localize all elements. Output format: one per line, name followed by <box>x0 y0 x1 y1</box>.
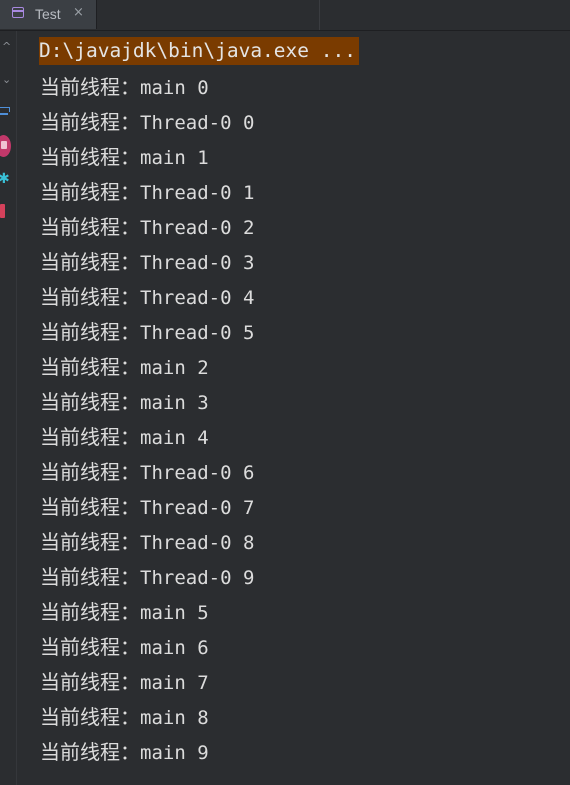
counter-value: 1 <box>242 182 255 204</box>
counter-value: 2 <box>242 217 255 239</box>
counter-value: 2 <box>197 357 209 379</box>
counter-value: 5 <box>242 322 255 344</box>
output-line: 当前线程：Thread-0 6 <box>40 455 254 490</box>
thread-name: main <box>140 357 186 379</box>
output-line: 当前线程：main 6 <box>40 630 254 665</box>
output-line: 当前线程：Thread-0 9 <box>40 560 254 595</box>
thread-name: Thread-0 <box>140 532 232 554</box>
counter-value: 9 <box>242 567 255 589</box>
output-line: 当前线程：main 2 <box>40 350 254 385</box>
line-prefix: 当前线程： <box>40 355 140 379</box>
line-prefix: 当前线程： <box>40 705 140 729</box>
line-prefix: 当前线程： <box>40 670 140 694</box>
output-line: 当前线程：Thread-0 3 <box>40 245 254 280</box>
thread-name: main <box>140 392 186 414</box>
thread-name: main <box>140 742 186 764</box>
counter-value: 4 <box>242 287 255 309</box>
counter-value: 3 <box>197 392 209 414</box>
line-prefix: 当前线程： <box>40 180 140 204</box>
counter-value: 4 <box>197 427 209 449</box>
thread-name: Thread-0 <box>140 322 232 344</box>
counter-value: 6 <box>242 462 255 484</box>
thread-name: main <box>140 707 186 729</box>
tab-test[interactable]: Test × <box>0 0 97 29</box>
line-prefix: 当前线程： <box>40 635 140 659</box>
settings-icon[interactable]: ✱ <box>0 171 10 187</box>
thread-name: Thread-0 <box>140 182 232 204</box>
output-line: 当前线程：Thread-0 4 <box>40 280 254 315</box>
line-prefix: 当前线程： <box>40 75 140 99</box>
output-line: 当前线程：Thread-0 1 <box>40 175 254 210</box>
line-prefix: 当前线程： <box>40 600 140 624</box>
counter-value: 1 <box>197 147 209 169</box>
line-prefix: 当前线程： <box>40 565 140 589</box>
line-prefix: 当前线程： <box>40 320 140 344</box>
counter-value: 7 <box>242 497 255 519</box>
thread-name: Thread-0 <box>140 112 232 134</box>
scroll-up-icon[interactable]: ^ <box>2 40 11 53</box>
line-prefix: 当前线程： <box>40 250 140 274</box>
tab-bar-divider <box>319 0 320 30</box>
output-line: 当前线程：main 0 <box>40 70 254 105</box>
thread-name: Thread-0 <box>140 567 232 589</box>
line-prefix: 当前线程： <box>40 390 140 414</box>
counter-value: 7 <box>197 672 209 694</box>
print-icon[interactable] <box>0 135 11 157</box>
thread-name: Thread-0 <box>140 252 232 274</box>
counter-value: 8 <box>197 707 209 729</box>
line-prefix: 当前线程： <box>40 145 140 169</box>
counter-value: 6 <box>197 637 209 659</box>
thread-name: main <box>140 147 186 169</box>
counter-value: 0 <box>197 77 209 99</box>
output-lines: 当前线程：main 0 当前线程：Thread-0 0 当前线程：main 1 当前线… <box>40 70 254 770</box>
output-line: 当前线程：main 3 <box>40 385 254 420</box>
counter-value: 8 <box>242 532 255 554</box>
output-line: 当前线程：main 8 <box>40 700 254 735</box>
counter-value: 9 <box>197 742 209 764</box>
output-line: 当前线程：main 5 <box>40 595 254 630</box>
thread-name: main <box>140 637 186 659</box>
line-prefix: 当前线程： <box>40 530 140 554</box>
thread-name: Thread-0 <box>140 287 232 309</box>
scroll-down-icon[interactable]: ⌄ <box>2 73 11 86</box>
output-line: 当前线程：Thread-0 2 <box>40 210 254 245</box>
close-icon[interactable]: × <box>73 4 84 22</box>
command-line: D:\javajdk\bin\java.exe ... <box>39 37 359 65</box>
counter-value: 3 <box>242 252 255 274</box>
line-prefix: 当前线程： <box>40 215 140 239</box>
counter-value: 5 <box>197 602 209 624</box>
output-line: 当前线程：Thread-0 0 <box>40 105 254 140</box>
output-line: 当前线程：Thread-0 8 <box>40 525 254 560</box>
thread-name: main <box>140 672 186 694</box>
thread-name: Thread-0 <box>140 497 232 519</box>
line-prefix: 当前线程： <box>40 425 140 449</box>
output-line: 当前线程：main 4 <box>40 420 254 455</box>
thread-name: main <box>140 602 186 624</box>
tab-bar: Test × <box>0 0 570 31</box>
thread-name: Thread-0 <box>140 462 232 484</box>
run-tool-window: Test × ^ ⌄ ✱ D:\javajdk\bin\java.exe ...… <box>0 0 570 785</box>
console-output[interactable]: D:\javajdk\bin\java.exe ... 当前线程：main 0当… <box>17 31 570 785</box>
line-prefix: 当前线程： <box>40 285 140 309</box>
line-prefix: 当前线程： <box>40 740 140 764</box>
thread-name: main <box>140 427 186 449</box>
line-prefix: 当前线程： <box>40 495 140 519</box>
output-line: 当前线程：main 1 <box>40 140 254 175</box>
console-toolbar: ^ ⌄ ✱ <box>0 31 17 785</box>
tab-title: Test <box>35 6 61 22</box>
thread-name: Thread-0 <box>140 217 232 239</box>
line-prefix: 当前线程： <box>40 110 140 134</box>
thread-name: main <box>140 77 186 99</box>
output-line: 当前线程：main 7 <box>40 665 254 700</box>
counter-value: 0 <box>242 112 255 134</box>
output-line: 当前线程：Thread-0 7 <box>40 490 254 525</box>
line-prefix: 当前线程： <box>40 460 140 484</box>
trash-icon[interactable] <box>0 204 5 218</box>
output-line: 当前线程：Thread-0 5 <box>40 315 254 350</box>
output-line: 当前线程：main 9 <box>40 735 254 770</box>
console-window-icon <box>12 7 24 18</box>
soft-wrap-icon[interactable] <box>0 106 10 118</box>
